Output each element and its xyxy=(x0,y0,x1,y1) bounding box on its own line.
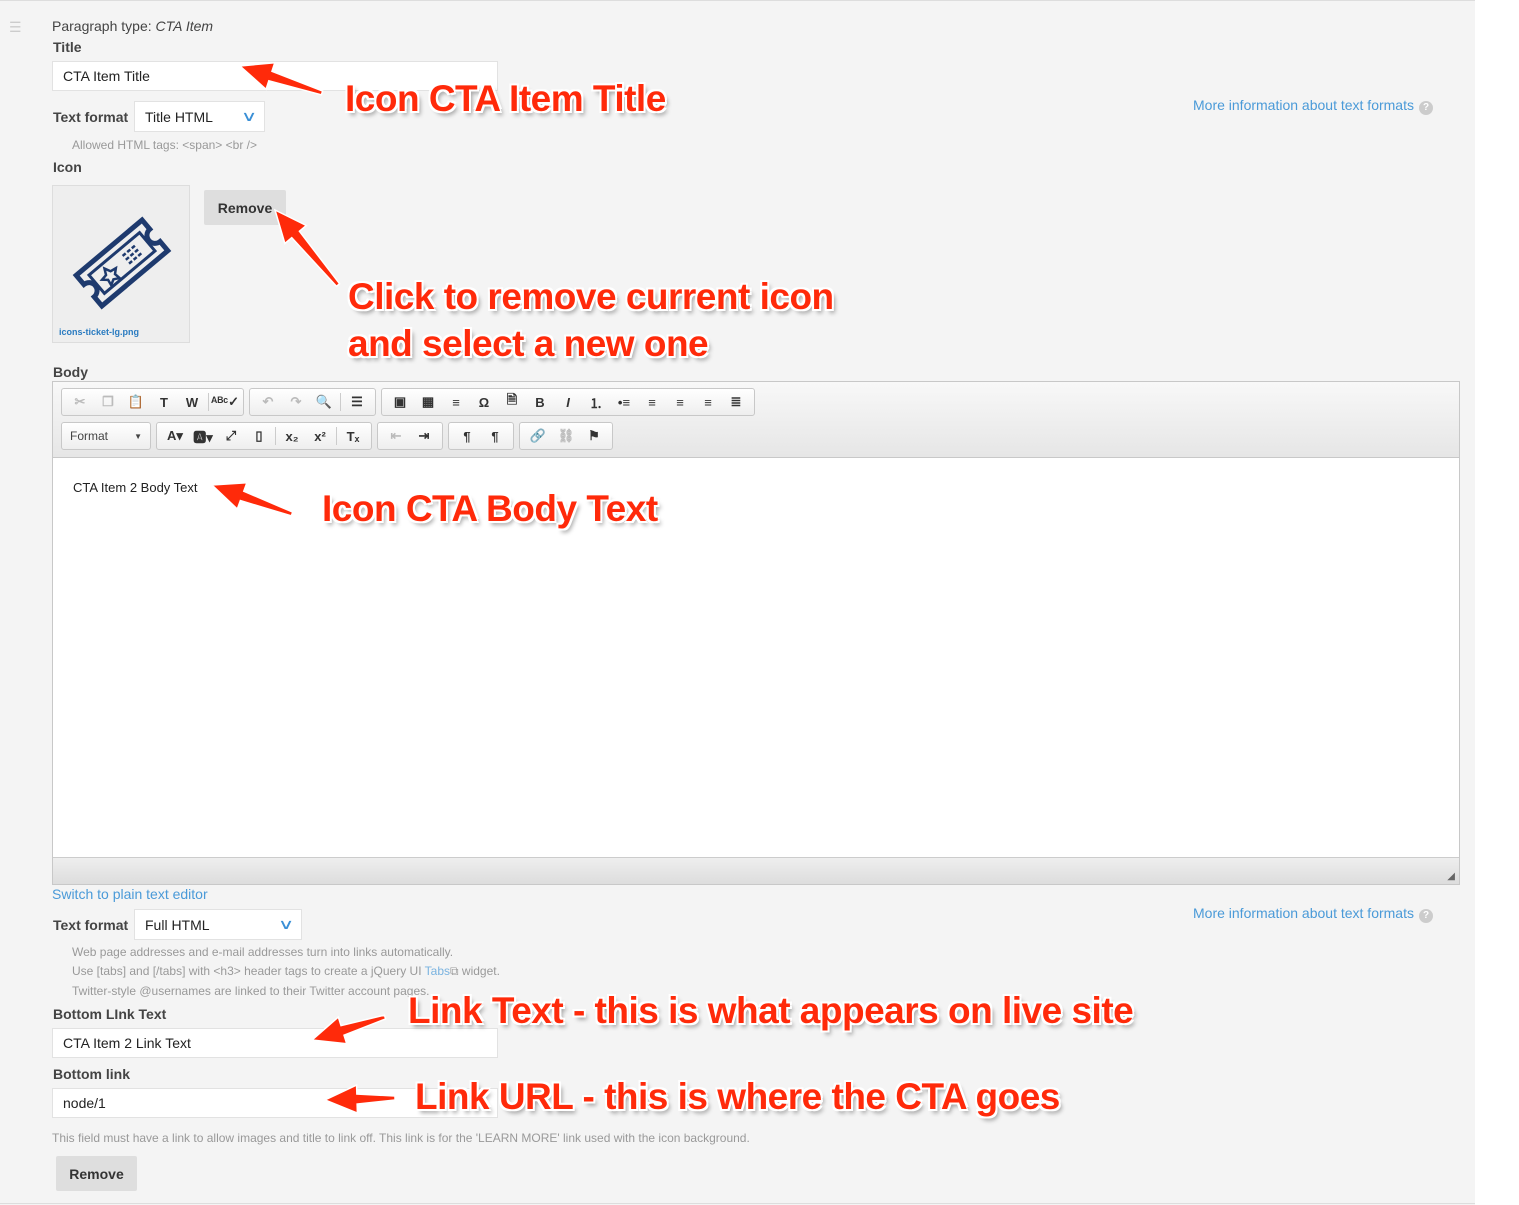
align-center-icon[interactable]: ≡ xyxy=(666,395,694,410)
outdent-icon[interactable]: ⇤ xyxy=(382,428,410,444)
drag-handle-icon[interactable]: ☰ xyxy=(9,19,22,36)
tabs-link[interactable]: Tabs xyxy=(425,964,450,978)
table-icon[interactable]: ▦ xyxy=(414,394,442,410)
redo-icon[interactable]: ↷ xyxy=(282,394,310,410)
align-justify-icon[interactable]: ≣ xyxy=(722,394,750,410)
horizontal-rule-icon[interactable]: ≡ xyxy=(442,395,470,410)
spellcheck-icon[interactable]: ᴬᴮᶜ✓ xyxy=(211,394,239,410)
link-icon[interactable]: 🔗 xyxy=(524,428,552,444)
annotation-link-text: Link Text - this is what appears on live… xyxy=(408,990,1134,1031)
link-text-input[interactable]: CTA Item 2 Link Text xyxy=(52,1028,498,1058)
paste-icon[interactable]: 📋 xyxy=(122,394,150,410)
annotation-title: Icon CTA Item Title xyxy=(345,78,666,119)
cut-icon[interactable]: ✂ xyxy=(66,394,94,410)
show-blocks-icon[interactable]: ▯ xyxy=(245,428,273,444)
chevron-down-icon: ∨ xyxy=(240,108,258,124)
remove-paragraph-button[interactable]: Remove xyxy=(56,1156,137,1191)
superscript-icon[interactable]: x² xyxy=(306,429,334,444)
toolbar-group: ✂ ❐ 📋 T Wᴬᴮᶜ✓ xyxy=(61,388,244,416)
switch-editor-link[interactable]: Switch to plain text editor xyxy=(52,886,208,902)
body-format-value: Full HTML xyxy=(145,916,210,933)
link-label: Bottom link xyxy=(53,1066,130,1082)
text-color-icon[interactable]: A▾ xyxy=(161,428,189,444)
anchor-icon[interactable]: ⚑ xyxy=(580,428,608,444)
format-help-1: Web page addresses and e-mail addresses … xyxy=(72,945,454,959)
align-right-icon[interactable]: ≡ xyxy=(694,395,722,410)
resize-handle-icon[interactable]: ◢ xyxy=(1447,871,1455,882)
toolbar-separator xyxy=(336,427,337,445)
paste-word-icon[interactable]: W xyxy=(178,395,206,410)
align-left-icon[interactable]: ≡ xyxy=(638,395,666,410)
image-icon[interactable]: ▣ xyxy=(386,394,414,410)
allowed-tags-help: Allowed HTML tags: <span> <br /> xyxy=(72,138,257,152)
body-format-select[interactable]: Full HTML ∨ xyxy=(134,909,302,940)
title-label: Title xyxy=(53,39,82,55)
bold-icon[interactable]: B xyxy=(526,395,554,410)
editor-footer: ◢ xyxy=(53,857,1459,884)
help-icon: ? xyxy=(1419,101,1433,115)
undo-icon[interactable]: ↶ xyxy=(254,394,282,410)
toolbar-separator xyxy=(275,427,276,445)
toolbar-group: ⇤ ⇥ xyxy=(377,422,443,450)
external-link-icon: ⧉ xyxy=(450,964,459,978)
toolbar-group: 🔗 ⛓ ⚑ xyxy=(519,422,613,450)
paragraph-type: Paragraph type: CTA Item xyxy=(52,18,214,34)
special-char-icon[interactable]: Ω xyxy=(470,395,498,410)
body-label: Body xyxy=(53,364,88,380)
title-format-select[interactable]: Title HTML ∨ xyxy=(134,101,265,132)
page-break-icon[interactable]: 🗎 xyxy=(498,391,526,413)
title-format-label: Text format xyxy=(53,109,129,125)
unlink-icon[interactable]: ⛓ xyxy=(552,428,580,444)
ticket-icon xyxy=(72,216,172,310)
format-dropdown[interactable]: Format ▼ xyxy=(61,422,151,450)
body-format-label: Text format xyxy=(53,917,129,933)
italic-icon[interactable]: I xyxy=(554,395,582,410)
annotation-remove-1: Click to remove current icon xyxy=(348,276,834,317)
link-description: This field must have a link to allow ima… xyxy=(52,1131,750,1145)
bg-color-icon[interactable]: 🅰▾ xyxy=(189,427,217,446)
body-content[interactable]: CTA Item 2 Body Text xyxy=(73,480,198,495)
bulleted-list-icon[interactable]: •≡ xyxy=(610,395,638,410)
toolbar-group: ▣ ▦ ≡ Ω 🗎 B I ⒈ •≡ ≡ ≡ ≡ ≣ xyxy=(381,388,755,416)
toolbar-group: A▾ 🅰▾ ⤢ ▯ x₂ x² Tₓ xyxy=(156,422,372,450)
format-help-3: Twitter-style @usernames are linked to t… xyxy=(72,984,430,998)
paste-text-icon[interactable]: T xyxy=(150,395,178,410)
more-info-link-title[interactable]: More information about text formats? xyxy=(1193,97,1433,115)
annotation-body: Icon CTA Body Text xyxy=(322,488,658,529)
help-icon: ? xyxy=(1419,909,1433,923)
toolbar-group: ¶ ¶ xyxy=(448,422,514,450)
format-help-2: Use [tabs] and [/tabs] with <h3> header … xyxy=(72,964,500,978)
annotation-link-url: Link URL - this is where the CTA goes xyxy=(415,1076,1060,1117)
icon-filename[interactable]: icons-ticket-lg.png xyxy=(59,327,139,337)
toolbar-separator xyxy=(340,393,341,411)
indent-icon[interactable]: ⇥ xyxy=(410,428,438,444)
ltr-icon[interactable]: ¶ xyxy=(453,429,481,444)
select-all-icon[interactable]: ☰ xyxy=(343,394,371,410)
subscript-icon[interactable]: x₂ xyxy=(278,429,306,444)
chevron-down-icon: ∨ xyxy=(277,916,295,932)
rtl-icon[interactable]: ¶ xyxy=(481,429,509,444)
more-info-link-body[interactable]: More information about text formats? xyxy=(1193,905,1433,923)
icon-preview: icons-ticket-lg.png xyxy=(52,185,190,343)
toolbar-separator xyxy=(208,393,209,411)
remove-format-icon[interactable]: Tₓ xyxy=(339,429,367,444)
toolbar-group: ↶ ↷ 🔍 ☰ xyxy=(249,388,376,416)
find-icon[interactable]: 🔍 xyxy=(310,394,338,410)
link-text-label: Bottom LInk Text xyxy=(53,1006,167,1022)
copy-icon[interactable]: ❐ xyxy=(94,394,122,410)
maximize-icon[interactable]: ⤢ xyxy=(217,428,245,444)
divider xyxy=(0,1203,1475,1204)
annotation-remove-2: and select a new one xyxy=(348,323,709,364)
editor-toolbar: ✂ ❐ 📋 T Wᴬᴮᶜ✓ ↶ ↷ 🔍 ☰ ▣ ▦ ≡ Ω 🗎 B I ⒈ •≡ ≡ ≡ ≡ ≣ Format ▼ A▾ 🅰▾… xyxy=(53,382,1459,458)
remove-icon-button[interactable]: Remove xyxy=(204,190,286,225)
numbered-list-icon[interactable]: ⒈ xyxy=(582,393,610,412)
icon-label: Icon xyxy=(53,159,82,175)
body-editor: ✂ ❐ 📋 T Wᴬᴮᶜ✓ ↶ ↷ 🔍 ☰ ▣ ▦ ≡ Ω 🗎 B I ⒈ •≡ ≡ ≡ ≡ ≣ Format ▼ A▾ 🅰▾… xyxy=(52,381,1460,885)
title-format-value: Title HTML xyxy=(145,108,213,125)
